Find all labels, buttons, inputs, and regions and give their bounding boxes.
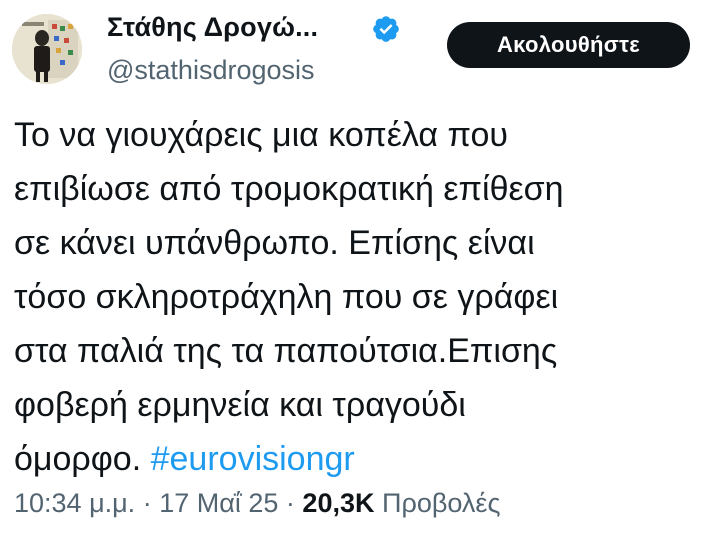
meta-separator: ·: [142, 488, 152, 518]
verified-badge-icon: [373, 16, 399, 42]
hashtag-link[interactable]: #eurovisiongr: [151, 440, 355, 478]
tweet-meta: 10:34 μ.μ. · 17 Μαΐ 25 · 20,3K Προβολές: [14, 488, 500, 519]
tweet-card: Στάθης Δρογώ... @stathisdrogosis Ακολουθ…: [0, 0, 705, 534]
tweet-text-line: στα παλιά της τα παπούτσια.Επισης: [14, 332, 558, 370]
tweet-time[interactable]: 10:34 μ.μ.: [14, 488, 135, 518]
tweet-text: Το να γιουχάρεις μια κοπέλα που επιβίωσε…: [14, 108, 694, 486]
tweet-text-line: σε κάνει υπάνθρωπο. Επίσης είναι: [14, 224, 535, 262]
tweet-text-line: επιβίωσε από τρομοκρατική επίθεση: [14, 170, 564, 208]
meta-separator: ·: [285, 488, 295, 518]
tweet-text-last-line: όμορφο. #eurovisiongr: [14, 432, 694, 486]
tweet-text-line: φοβερή ερμηνεία και τραγούδι: [14, 386, 466, 424]
avatar-image: [12, 14, 82, 84]
author-display-name[interactable]: Στάθης Δρογώ...: [107, 12, 318, 43]
author-handle[interactable]: @stathisdrogosis: [107, 55, 315, 86]
views-label: Προβολές: [382, 488, 501, 518]
views-count: 20,3K: [302, 488, 375, 518]
tweet-text-line: τόσο σκληροτράχηλη που σε γράφει: [14, 278, 559, 316]
follow-button[interactable]: Ακολουθήστε: [447, 22, 690, 68]
tweet-date[interactable]: 17 Μαΐ 25: [159, 488, 278, 518]
author-avatar[interactable]: [12, 14, 82, 84]
tweet-text-fragment: όμορφο.: [14, 440, 142, 478]
tweet-text-line: Το να γιουχάρεις μια κοπέλα που: [14, 116, 508, 154]
